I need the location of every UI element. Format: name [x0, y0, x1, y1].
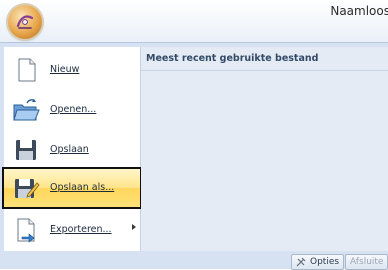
menu-item-label: Opslaan — [50, 144, 89, 155]
menu-item-new[interactable]: Nieuw — [4, 51, 140, 89]
exit-label: Afsluite — [350, 257, 384, 267]
menu-item-save[interactable]: Opslaan — [4, 131, 140, 169]
app-logo-icon — [16, 15, 34, 29]
recent-files-header: Meest recent gebruikte bestand — [141, 47, 388, 71]
menu-item-save-as[interactable]: Opslaan als... — [2, 167, 142, 209]
options-label: Opties — [310, 257, 340, 267]
application-menu-button[interactable] — [8, 5, 42, 39]
application-menu: Nieuw Openen... Opslaan Opslaan als... E… — [0, 42, 388, 270]
export-icon — [17, 218, 35, 243]
menu-item-label: Opslaan als... — [50, 182, 115, 193]
menu-command-list: Nieuw Openen... Opslaan Opslaan als... E… — [2, 47, 142, 251]
title-bar: Naamloos — [0, 0, 388, 42]
submenu-arrow-icon — [132, 224, 136, 230]
menu-item-label: Nieuw — [50, 64, 80, 75]
menu-item-label: Exporteren... — [50, 224, 112, 235]
menu-item-export[interactable]: Exporteren... — [4, 211, 140, 249]
save-disk-icon — [16, 140, 36, 160]
new-document-icon — [18, 58, 36, 82]
options-icon — [296, 257, 306, 267]
menu-item-label: Openen... — [50, 104, 97, 115]
open-folder-icon — [13, 99, 40, 121]
menu-item-open[interactable]: Openen... — [4, 91, 140, 129]
save-as-icon — [15, 179, 40, 198]
window-title: Naamloos — [330, 4, 388, 18]
recent-files-panel: Meest recent gebruikte bestand — [141, 47, 388, 251]
